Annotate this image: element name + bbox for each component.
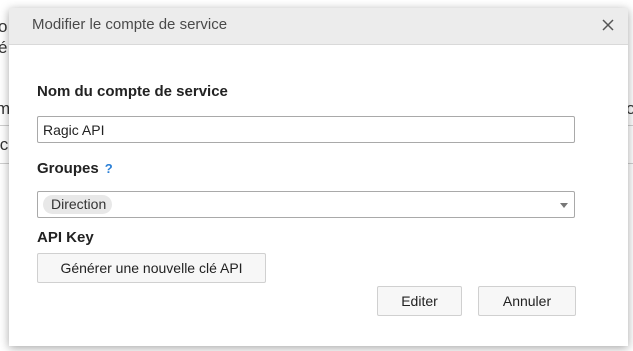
background-divider	[628, 125, 633, 126]
groups-label: Groupes?	[37, 160, 113, 177]
dialog-header: Modifier le compte de service	[9, 8, 628, 45]
api-key-label: API Key	[37, 229, 94, 246]
close-icon[interactable]	[600, 17, 616, 33]
dialog-title: Modifier le compte de service	[32, 16, 228, 33]
background-text-fragment: o	[0, 17, 8, 36]
generate-api-key-button[interactable]: Générer une nouvelle clé API	[37, 253, 266, 283]
edit-service-account-dialog: Modifier le compte de service Nom du com…	[9, 8, 628, 346]
cancel-button[interactable]: Annuler	[478, 286, 576, 316]
groups-label-text: Groupes	[37, 160, 99, 177]
chevron-down-icon[interactable]	[560, 203, 568, 208]
background-text-fragment: ic	[0, 135, 9, 154]
groups-select[interactable]: Direction	[37, 191, 575, 218]
background-divider	[628, 163, 633, 164]
group-tag[interactable]: Direction	[43, 195, 113, 214]
help-icon[interactable]: ?	[105, 161, 113, 176]
background-text-fragment: é	[0, 38, 8, 57]
service-account-name-input[interactable]	[37, 116, 575, 143]
service-account-name-label: Nom du compte de service	[37, 83, 228, 100]
edit-button[interactable]: Editer	[377, 286, 462, 316]
